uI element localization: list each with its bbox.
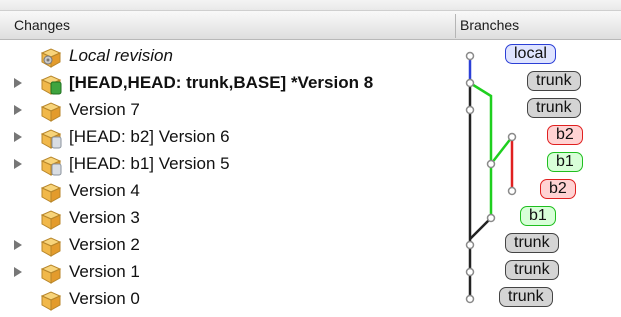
revision-node[interactable] bbox=[465, 240, 475, 250]
branches-column-header[interactable]: Branches bbox=[460, 17, 519, 33]
revision-row[interactable]: [HEAD: b2] Version 6 bbox=[0, 124, 455, 151]
revision-row[interactable]: [HEAD: b1] Version 5 bbox=[0, 151, 455, 178]
revision-node[interactable] bbox=[507, 186, 517, 196]
branch-badge-trunk[interactable]: trunk bbox=[505, 260, 559, 280]
head-revision-icon bbox=[38, 72, 64, 96]
branch-badge-trunk[interactable]: trunk bbox=[527, 98, 581, 118]
changes-column-header[interactable]: Changes bbox=[14, 17, 70, 33]
branch-badge-b2[interactable]: b2 bbox=[540, 179, 576, 199]
revision-label: Version 3 bbox=[69, 208, 140, 227]
trunk-merge-edge bbox=[469, 217, 492, 240]
revision-box-icon bbox=[38, 234, 64, 258]
revision-label: Version 0 bbox=[69, 289, 140, 308]
revision-box-icon bbox=[38, 288, 64, 312]
disclosure-triangle-icon[interactable] bbox=[14, 267, 22, 277]
revision-row[interactable]: Version 1 bbox=[0, 259, 455, 286]
revision-box-icon bbox=[38, 180, 64, 204]
revision-row[interactable]: Version 2 bbox=[0, 232, 455, 259]
revision-label: [HEAD: b2] Version 6 bbox=[69, 127, 230, 146]
revision-label: [HEAD: b1] Version 5 bbox=[69, 154, 230, 173]
b1-branch-edge bbox=[469, 81, 493, 218]
b1-branch-edge bbox=[490, 136, 513, 165]
revision-node[interactable] bbox=[465, 78, 475, 88]
revision-node[interactable] bbox=[486, 159, 496, 169]
revision-node[interactable] bbox=[465, 51, 475, 61]
disclosure-triangle-icon[interactable] bbox=[14, 240, 22, 250]
disclosure-triangle-icon[interactable] bbox=[14, 132, 22, 142]
revision-row[interactable]: [HEAD,HEAD: trunk,BASE] *Version 8 bbox=[0, 70, 455, 97]
revision-node[interactable] bbox=[465, 294, 475, 304]
revision-row[interactable]: Local revision bbox=[0, 43, 455, 70]
revision-box-icon bbox=[38, 261, 64, 285]
revision-row[interactable]: Version 0 bbox=[0, 286, 455, 313]
revision-row[interactable]: Version 7 bbox=[0, 97, 455, 124]
column-header-bar: Changes Branches bbox=[0, 10, 621, 40]
branch-badge-b2[interactable]: b2 bbox=[547, 125, 583, 145]
branch-head-revision-icon bbox=[38, 153, 64, 177]
revision-node[interactable] bbox=[486, 213, 496, 223]
branch-graph: local trunk trunk b2 b1 b2 b1 trunk trun… bbox=[455, 40, 621, 315]
revision-row[interactable]: Version 3 bbox=[0, 205, 455, 232]
disclosure-triangle-icon[interactable] bbox=[14, 78, 22, 88]
local-revision-icon bbox=[38, 45, 64, 69]
revision-row[interactable]: Version 4 bbox=[0, 178, 455, 205]
revision-label: Version 7 bbox=[69, 100, 140, 119]
window-top-strip bbox=[0, 0, 621, 10]
disclosure-triangle-icon[interactable] bbox=[14, 105, 22, 115]
revision-label: Version 2 bbox=[69, 235, 140, 254]
revision-label: Version 4 bbox=[69, 181, 140, 200]
revision-box-icon bbox=[38, 207, 64, 231]
branch-badge-b1[interactable]: b1 bbox=[547, 152, 583, 172]
branch-head-revision-icon bbox=[38, 126, 64, 150]
revision-label: [HEAD,HEAD: trunk,BASE] *Version 8 bbox=[69, 73, 374, 92]
branch-badge-trunk[interactable]: trunk bbox=[505, 233, 559, 253]
column-separator[interactable] bbox=[455, 14, 456, 38]
branch-badge-local[interactable]: local bbox=[505, 44, 556, 64]
revision-box-icon bbox=[38, 99, 64, 123]
branch-badge-trunk[interactable]: trunk bbox=[527, 71, 581, 91]
branch-badge-trunk[interactable]: trunk bbox=[499, 287, 553, 307]
revision-node[interactable] bbox=[465, 267, 475, 277]
revision-node[interactable] bbox=[507, 132, 517, 142]
disclosure-triangle-icon[interactable] bbox=[14, 159, 22, 169]
revision-label: Version 1 bbox=[69, 262, 140, 281]
branch-badge-b1[interactable]: b1 bbox=[520, 206, 556, 226]
revision-node[interactable] bbox=[465, 105, 475, 115]
revision-label: Local revision bbox=[69, 46, 173, 65]
